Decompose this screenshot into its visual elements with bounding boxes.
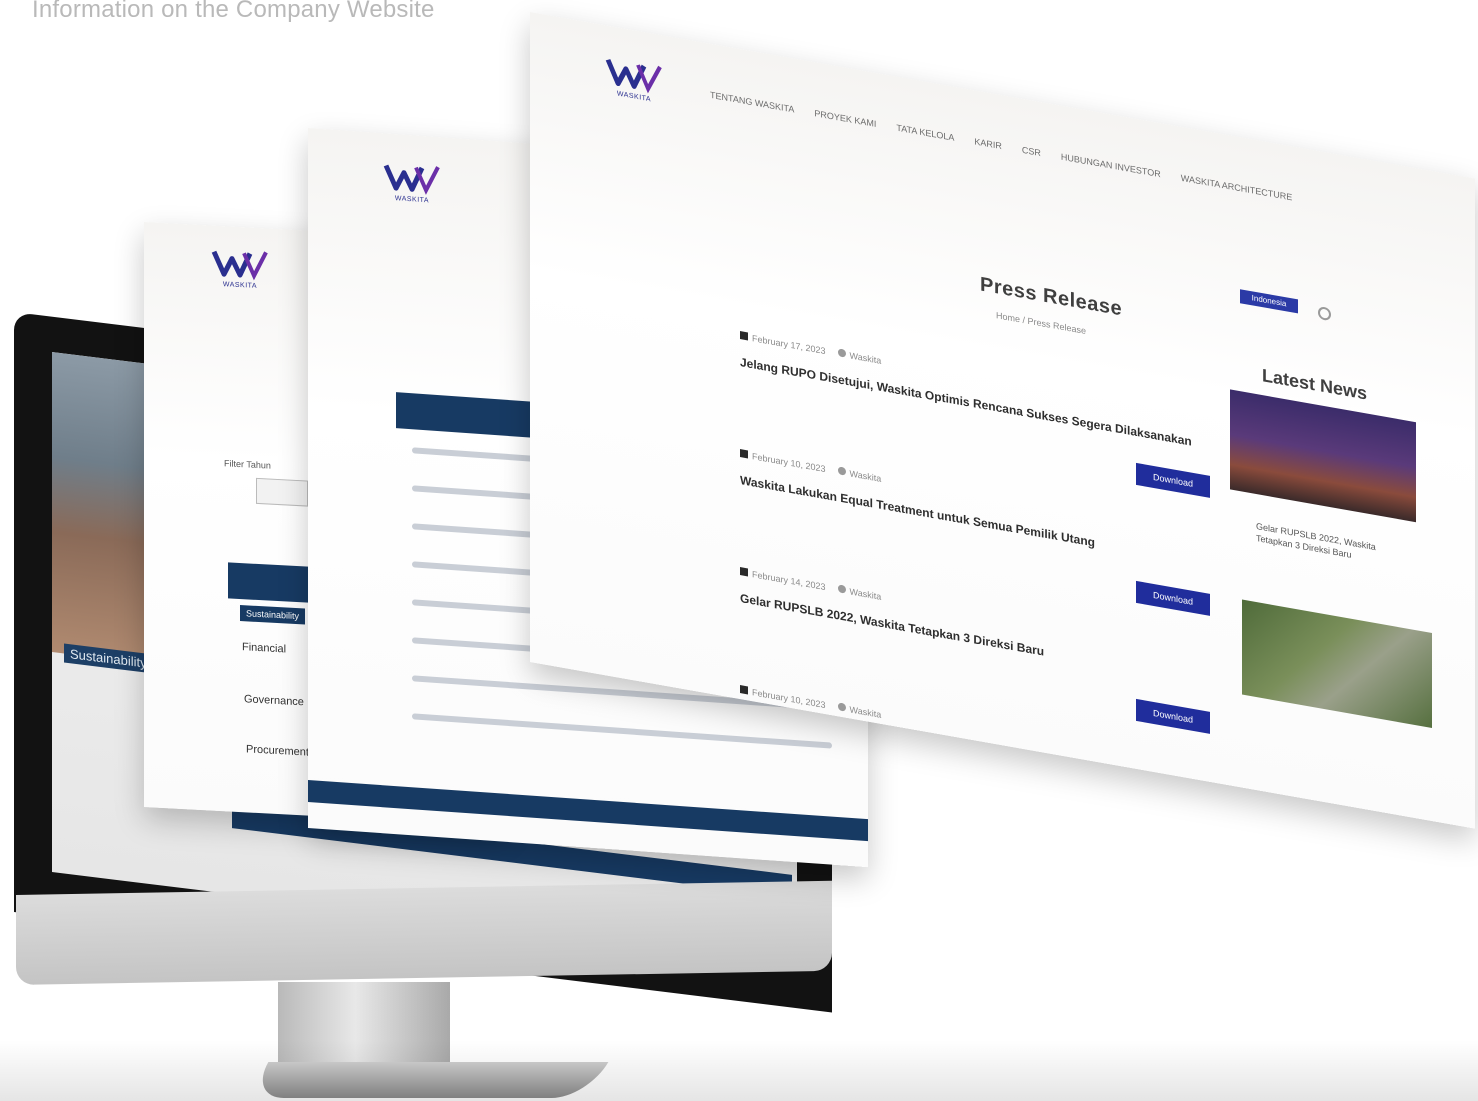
breadcrumb[interactable]: Home / Press Release <box>996 310 1086 336</box>
nav-item[interactable]: PROYEK KAMI <box>814 108 876 129</box>
news-caption[interactable]: Gelar RUPSLB 2022, Waskita Tetapkan 3 Di… <box>1256 520 1406 570</box>
filter-select[interactable] <box>256 477 308 507</box>
waskita-logo[interactable]: WASKITA <box>604 51 664 106</box>
waskita-logo: WASKITA <box>382 157 442 205</box>
post-date: February 17, 2023 <box>752 333 826 357</box>
language-button[interactable]: Indonesia <box>1240 289 1298 314</box>
news-thumbnail[interactable] <box>1242 599 1432 729</box>
download-button[interactable]: Download <box>1136 698 1210 734</box>
calendar-icon <box>740 449 748 459</box>
nav-item[interactable]: HUBUNGAN INVESTOR <box>1061 152 1161 180</box>
page-caption: Information on the Company Website <box>32 0 435 23</box>
user-icon <box>837 348 846 358</box>
nav-item[interactable]: CSR <box>1022 145 1041 158</box>
user-icon <box>837 584 846 594</box>
search-icon[interactable] <box>1318 305 1331 322</box>
floor-shadow <box>0 1040 1478 1101</box>
main-nav: TENTANG WASKITA PROYEK KAMI TATA KELOLA … <box>710 90 1292 203</box>
nav-item[interactable]: TATA KELOLA <box>896 123 954 143</box>
waskita-logo: WASKITA <box>210 243 270 290</box>
user-icon <box>837 466 846 476</box>
calendar-icon <box>740 567 748 577</box>
doc-item[interactable]: Procurement <box>246 743 309 758</box>
calendar-icon <box>740 685 748 695</box>
nav-item[interactable]: TENTANG WASKITA <box>710 90 794 115</box>
menu-label[interactable]: Sustainability <box>240 605 306 625</box>
post-author: Waskita <box>849 350 882 366</box>
nav-item[interactable]: KARIR <box>974 136 1002 151</box>
download-button[interactable]: Download <box>1136 580 1210 616</box>
doc-item[interactable]: Governance <box>244 693 304 708</box>
download-button[interactable]: Download <box>1136 462 1210 498</box>
table-row <box>412 713 832 749</box>
footer-bar <box>308 780 868 842</box>
filter-label: Filter Tahun <box>224 458 271 471</box>
calendar-icon <box>740 331 748 341</box>
imac-chin <box>16 880 832 985</box>
user-icon <box>837 702 846 712</box>
news-thumbnail[interactable] <box>1230 389 1416 523</box>
doc-item[interactable]: Financial <box>242 641 286 655</box>
nav-item[interactable]: WASKITA ARCHITECTURE <box>1181 173 1293 203</box>
